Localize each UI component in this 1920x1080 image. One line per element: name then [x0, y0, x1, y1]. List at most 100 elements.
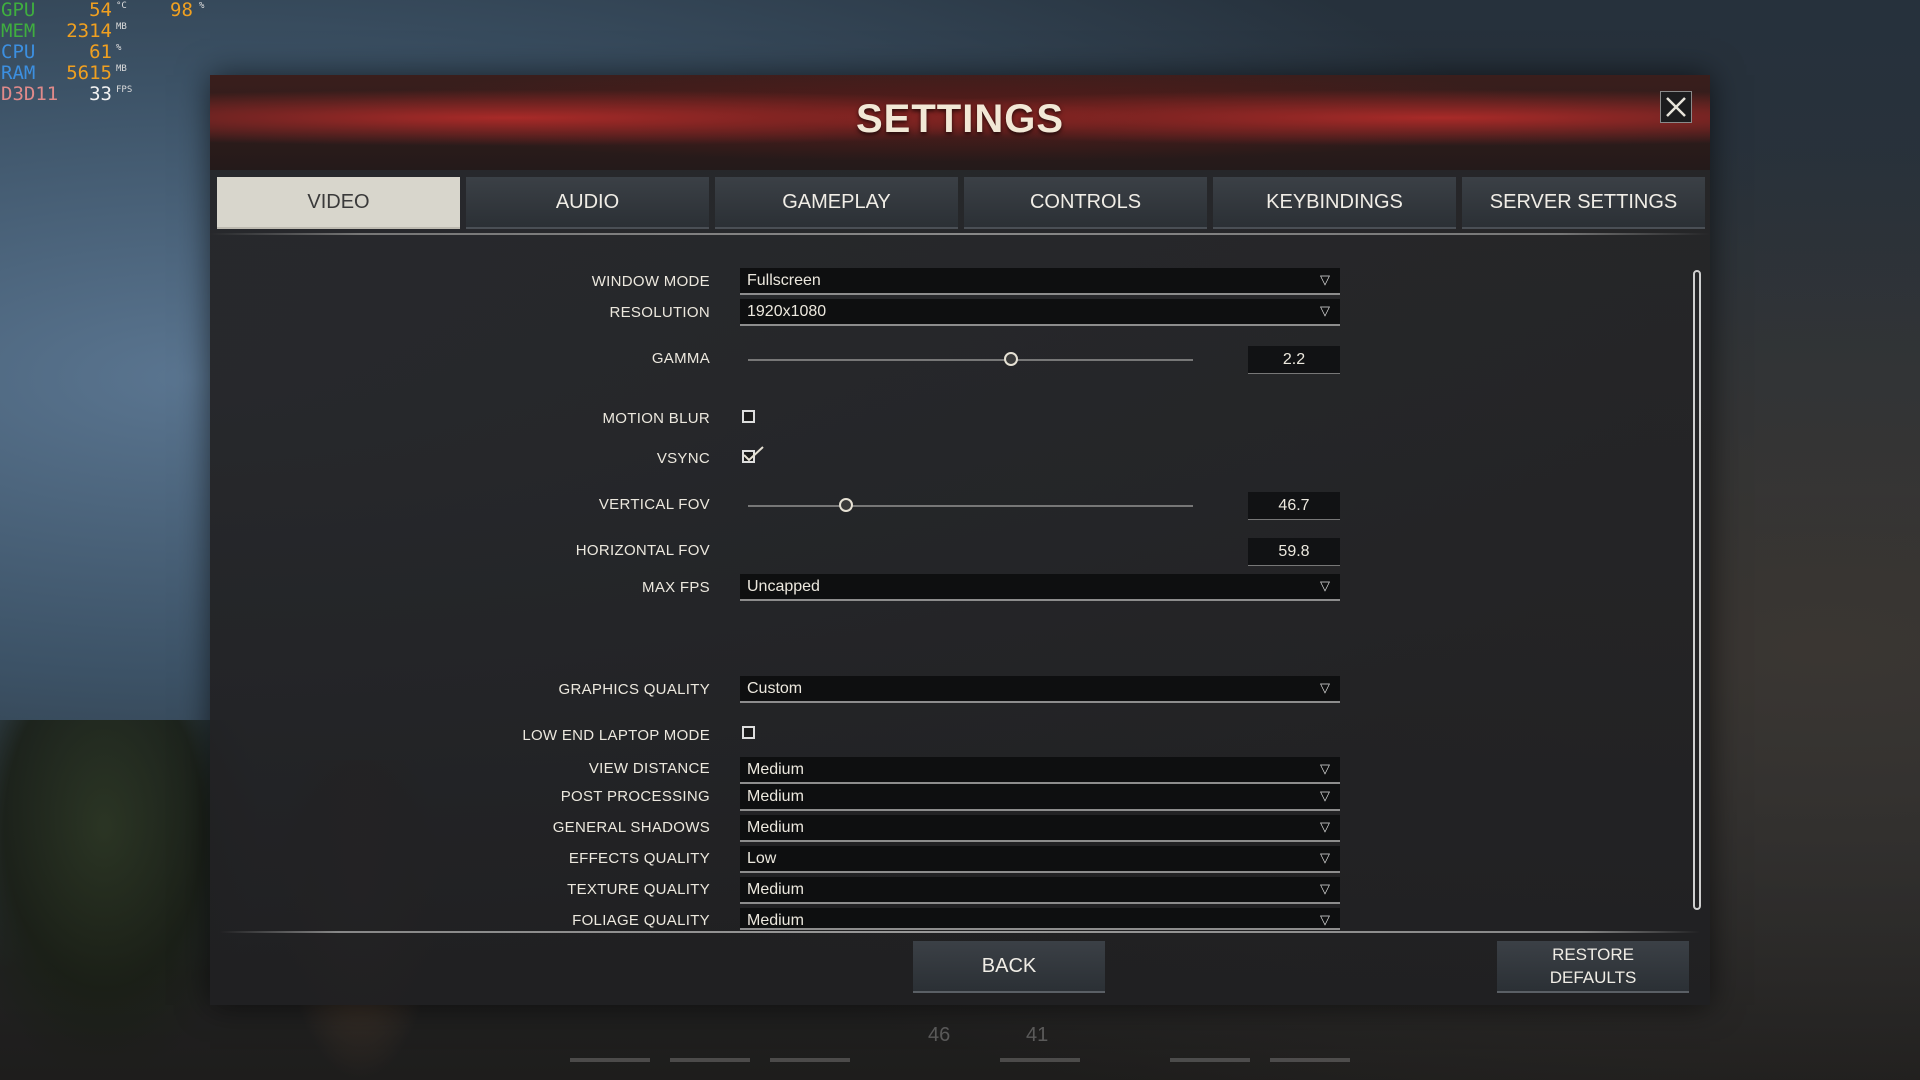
hud-value: 61 [89, 41, 112, 63]
hud-value: 98 [170, 0, 193, 21]
hud-unit: MB [116, 22, 127, 32]
hud-row-gpu: GPU 54 °C 98 % [0, 0, 215, 21]
effects-quality-label: EFFECTS QUALITY [568, 850, 710, 867]
hud-row-fps: D3D11 33 FPS [0, 84, 215, 105]
tab-controls[interactable]: CONTROLS [964, 177, 1207, 229]
dialog-title: SETTINGS [855, 97, 1065, 141]
chevron-down-icon: ▽ [1320, 881, 1330, 896]
general-shadows-dropdown[interactable]: Medium ▽ [740, 815, 1340, 842]
chevron-down-icon: ▽ [1320, 788, 1330, 803]
chevron-down-icon: ▽ [1320, 912, 1330, 927]
hud-row-cpu: CPU 61 % [0, 42, 215, 63]
hud-row-mem: MEM 2314 MB [0, 21, 215, 42]
background-hud-number: 41 [1026, 1024, 1049, 1046]
background-hud-bar [1170, 1058, 1250, 1062]
restore-defaults-button[interactable]: RESTORE DEFAULTS [1497, 941, 1689, 993]
resolution-label: RESOLUTION [609, 304, 710, 321]
hud-label: GPU [1, 0, 36, 21]
vertical-fov-label: VERTICAL FOV [598, 496, 710, 513]
dialog-header: SETTINGS [210, 75, 1710, 170]
dropdown-value: Medium [747, 788, 804, 805]
chevron-down-icon: ▽ [1320, 680, 1330, 695]
general-shadows-label: GENERAL SHADOWS [552, 819, 710, 836]
vertical-fov-slider-track[interactable] [748, 505, 1193, 507]
settings-dialog: SETTINGS VIDEO AUDIO GAMEPLAY CONTROLS K… [210, 75, 1710, 1005]
tab-server-settings[interactable]: SERVER SETTINGS [1462, 177, 1705, 229]
dropdown-value: 1920x1080 [747, 303, 827, 320]
back-button[interactable]: BACK [913, 941, 1105, 993]
horizontal-fov-label: HORIZONTAL FOV [575, 542, 710, 559]
effects-quality-dropdown[interactable]: Low ▽ [740, 846, 1340, 873]
dropdown-value: Medium [747, 819, 804, 836]
gamma-slider-handle[interactable] [1003, 352, 1018, 366]
tab-gameplay[interactable]: GAMEPLAY [715, 177, 958, 229]
vsync-checkbox[interactable] [742, 446, 764, 463]
background-hud-bar [570, 1058, 650, 1062]
chevron-down-icon: ▽ [1320, 272, 1330, 287]
restore-defaults-line2: DEFAULTS [1549, 968, 1637, 987]
hud-unit: MB [116, 64, 127, 74]
hud-unit: % [116, 43, 122, 53]
gamma-slider-track[interactable] [748, 359, 1193, 361]
hud-unit: °C [116, 1, 127, 11]
hud-label: CPU [1, 41, 36, 63]
foliage-quality-label: FOLIAGE QUALITY [572, 912, 710, 929]
gamma-value-field[interactable]: 2.2 [1248, 346, 1340, 374]
graphics-quality-label: GRAPHICS QUALITY [558, 681, 710, 698]
hud-unit: % [199, 1, 205, 11]
hud-unit: FPS [116, 85, 133, 95]
settings-scrollbar[interactable] [1693, 270, 1701, 910]
low-end-laptop-mode-label: LOW END LAPTOP MODE [522, 727, 710, 744]
post-processing-dropdown[interactable]: Medium ▽ [740, 784, 1340, 811]
hud-value: 5615 [66, 62, 112, 84]
vertical-fov-value-field[interactable]: 46.7 [1248, 492, 1340, 520]
chevron-down-icon: ▽ [1320, 850, 1330, 865]
hud-value: 33 [89, 83, 112, 105]
chevron-down-icon: ▽ [1320, 303, 1330, 318]
motion-blur-checkbox[interactable] [742, 410, 755, 423]
hud-row-ram: RAM 5615 MB [0, 63, 215, 84]
restore-defaults-line1: RESTORE [1552, 945, 1634, 964]
dropdown-value: Medium [747, 761, 804, 778]
background-hud-bar [670, 1058, 750, 1062]
horizontal-fov-value-field: 59.8 [1248, 538, 1340, 566]
foliage-quality-dropdown[interactable]: Medium ▽ [740, 908, 1340, 930]
view-distance-label: VIEW DISTANCE [588, 760, 710, 777]
hud-label: MEM [1, 20, 36, 42]
view-distance-dropdown[interactable]: Medium ▽ [740, 757, 1340, 784]
vsync-label: VSYNC [656, 450, 710, 467]
hud-label: RAM [1, 62, 36, 84]
gamma-label: GAMMA [651, 350, 710, 367]
resolution-dropdown[interactable]: 1920x1080 ▽ [740, 299, 1340, 326]
graphics-quality-dropdown[interactable]: Custom ▽ [740, 676, 1340, 703]
dropdown-value: Uncapped [747, 578, 820, 595]
vertical-fov-slider-handle[interactable] [838, 498, 853, 512]
texture-quality-dropdown[interactable]: Medium ▽ [740, 877, 1340, 904]
dropdown-value: Fullscreen [747, 272, 821, 289]
chevron-down-icon: ▽ [1320, 578, 1330, 593]
checkmark-icon [743, 446, 764, 462]
background-hud-bar [1000, 1058, 1080, 1062]
post-processing-label: POST PROCESSING [560, 788, 710, 805]
dropdown-value: Custom [747, 680, 803, 697]
window-mode-label: WINDOW MODE [591, 273, 710, 290]
tab-audio[interactable]: AUDIO [466, 177, 709, 229]
tab-keybindings[interactable]: KEYBINDINGS [1213, 177, 1456, 229]
background-hud-bar [770, 1058, 850, 1062]
motion-blur-label: MOTION BLUR [602, 410, 710, 427]
hud-label: D3D11 [1, 83, 59, 105]
window-mode-dropdown[interactable]: Fullscreen ▽ [740, 268, 1340, 295]
low-end-laptop-mode-checkbox[interactable] [742, 726, 755, 739]
hud-value: 2314 [66, 20, 112, 42]
close-button[interactable] [1660, 91, 1692, 123]
close-icon [1666, 97, 1686, 117]
tabs-divider [210, 233, 1710, 235]
tab-video[interactable]: VIDEO [217, 177, 460, 229]
chevron-down-icon: ▽ [1320, 819, 1330, 834]
background-hud-bar [1270, 1058, 1350, 1062]
hud-value: 54 [89, 0, 112, 21]
max-fps-dropdown[interactable]: Uncapped ▽ [740, 574, 1340, 601]
dropdown-value: Medium [747, 881, 804, 898]
performance-overlay: GPU 54 °C 98 % MEM 2314 MB CPU 61 % RAM … [0, 0, 215, 105]
dropdown-value: Medium [747, 912, 804, 929]
